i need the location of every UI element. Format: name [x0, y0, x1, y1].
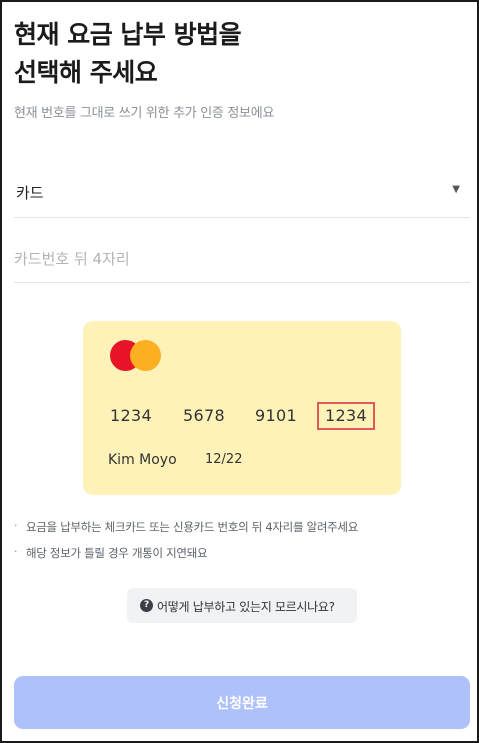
triangle-down-icon: ▼	[452, 184, 460, 195]
info-note-text: 요금을 납부하는 체크카드 또는 신용카드 번호의 뒤 4자리를 알려주세요	[26, 520, 358, 534]
page-subtitle: 현재 번호를 그대로 쓰기 위한 추가 인증 정보에요	[14, 106, 275, 121]
info-note: · 요금을 납부하는 체크카드 또는 신용카드 번호의 뒤 4자리를 알려주세요	[14, 519, 358, 545]
payment-help-button[interactable]: ? 어떻게 납부하고 있는지 모르시나요?	[127, 588, 357, 623]
info-note: · 해당 정보가 틀릴 경우 개통이 지연돼요	[14, 545, 358, 571]
card-last-digits-input[interactable]	[14, 244, 454, 274]
card-last-digits-field[interactable]	[14, 236, 470, 283]
info-note-text: 해당 정보가 틀릴 경우 개통이 지연돼요	[26, 546, 208, 560]
card-holder-name: Kim Moyo	[108, 452, 177, 468]
page-title-line-2: 선택해 주세요	[14, 58, 158, 87]
payment-method-value: 카드	[16, 184, 44, 202]
mastercard-logo-icon	[110, 340, 162, 372]
card-expiry: 12/22	[205, 452, 243, 467]
mastercard-orange-circle	[130, 340, 161, 371]
card-number-group-2: 5678	[183, 406, 225, 425]
payment-method-select[interactable]: 카드 ▼	[14, 172, 470, 218]
card-number-group-1: 1234	[110, 406, 152, 425]
bullet-icon: ·	[14, 545, 18, 558]
page-title: 현재 요금 납부 방법을 선택해 주세요	[14, 16, 242, 92]
info-notes: · 요금을 납부하는 체크카드 또는 신용카드 번호의 뒤 4자리를 알려주세요…	[14, 519, 358, 571]
card-number-group-4-highlighted: 1234	[317, 402, 375, 430]
payment-help-label: 어떻게 납부하고 있는지 모르시나요?	[157, 600, 335, 614]
submit-button[interactable]: 신청완료	[14, 676, 470, 729]
screen-frame: 현재 요금 납부 방법을 선택해 주세요 현재 번호를 그대로 쓰기 위한 추가…	[0, 0, 479, 743]
question-circle-icon: ?	[140, 599, 153, 612]
page-title-line-1: 현재 요금 납부 방법을	[14, 20, 242, 49]
bullet-icon: ·	[14, 519, 18, 532]
card-preview: 1234 5678 9101 1234 Kim Moyo 12/22	[83, 321, 401, 495]
card-number-group-3: 9101	[255, 406, 297, 425]
